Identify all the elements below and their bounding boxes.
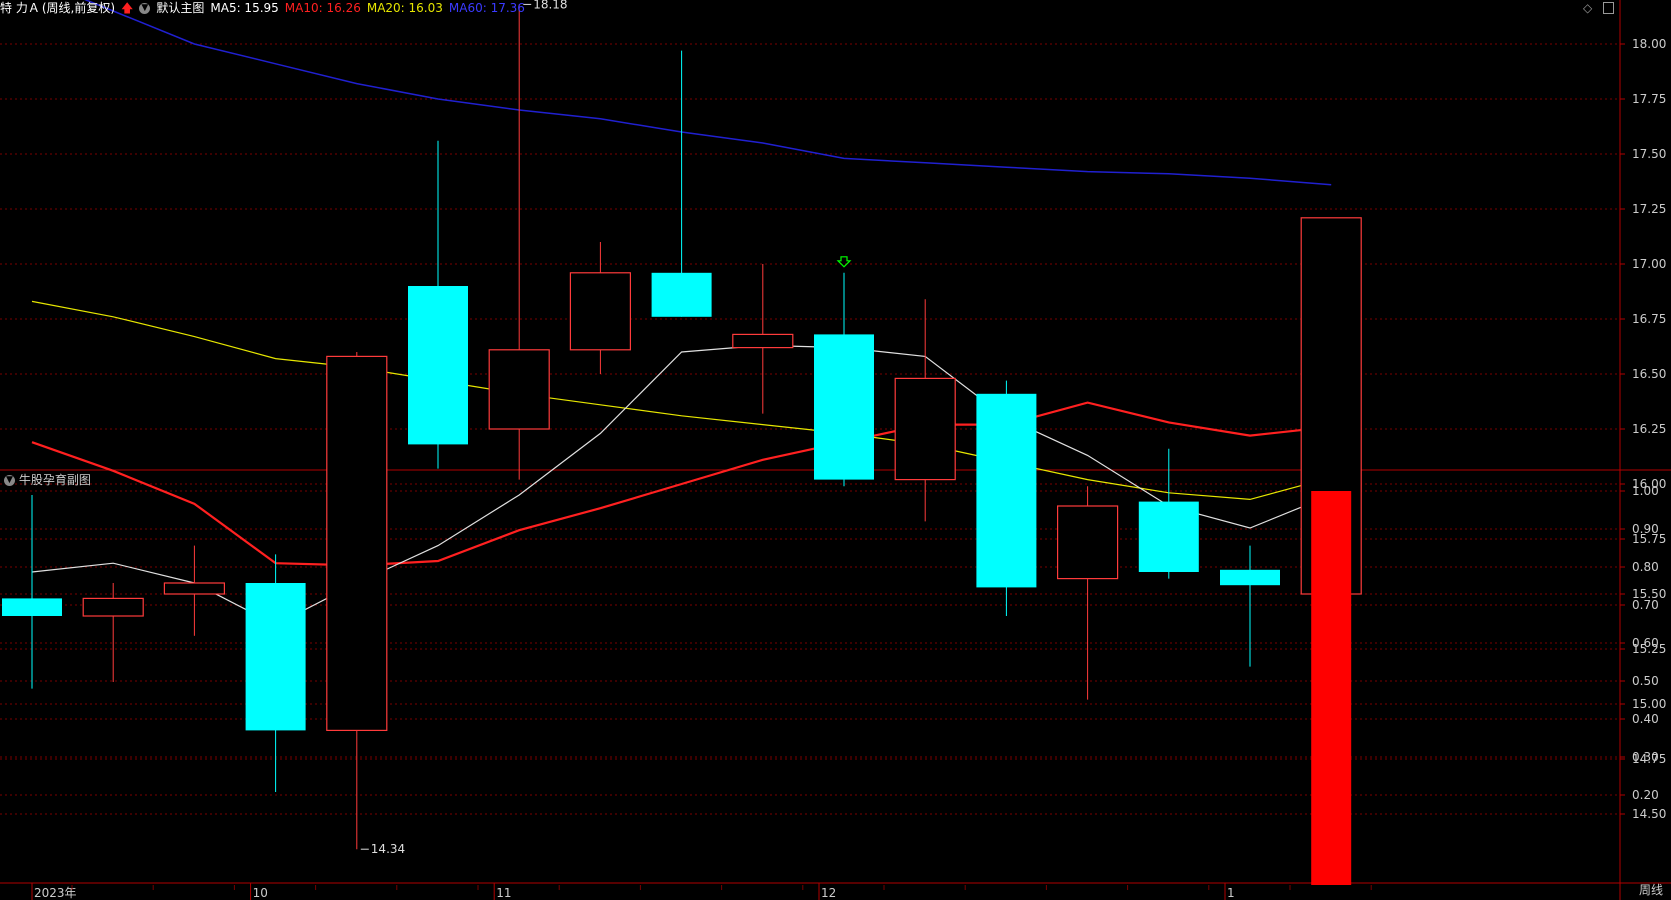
candle-body: [2, 598, 62, 616]
ma20-label: MA20: 16.03: [366, 1, 443, 15]
candle-body: [976, 393, 1037, 588]
candle: [814, 272, 874, 487]
period-label[interactable]: 周线: [1639, 881, 1663, 898]
sub-panel-title: 牛股孕育副图: [18, 473, 91, 487]
x-tick-label: 12: [821, 886, 836, 900]
y-tick-label: 17.75: [1632, 92, 1666, 106]
y-tick-label: 14.50: [1632, 807, 1666, 821]
x-tick-label: 2023年: [34, 886, 77, 900]
candle: [732, 264, 794, 414]
candle: [408, 140, 468, 469]
candle-body: [569, 272, 632, 351]
candle: [326, 352, 388, 850]
y-tick-label: 17.25: [1632, 202, 1666, 216]
y-tick-label: 18.00: [1632, 37, 1666, 51]
candle: [1056, 486, 1119, 700]
candle-body: [488, 349, 550, 430]
candle: [163, 545, 225, 636]
mode-label[interactable]: (周线,前复权): [42, 1, 115, 15]
y-tick-label: 16.25: [1632, 422, 1666, 436]
candle-body: [651, 272, 712, 317]
ma5-label: MA5: 15.95: [210, 1, 279, 15]
candle: [569, 242, 632, 374]
y-tick-label: 0.90: [1632, 522, 1659, 536]
candle-body: [732, 333, 794, 349]
candle-body: [326, 355, 388, 731]
chart-header: 特 力Ａ (周线,前复权) 🡅 ▼ 默认主图 MA5: 15.95 MA10: 16.26 M…: [0, 0, 1620, 16]
x-tick-label: 1: [1227, 886, 1235, 900]
candle: [651, 50, 712, 317]
signal-bar: [1311, 491, 1352, 885]
y-tick-label: 17.00: [1632, 257, 1666, 271]
sub-panel-title-row: ▼ 牛股孕育副图: [4, 472, 91, 488]
y-tick-label: 0.80: [1632, 560, 1659, 574]
y-tick-label: 0.70: [1632, 598, 1659, 612]
candle-body: [1138, 501, 1199, 572]
candle: [1138, 448, 1199, 579]
window-icon[interactable]: [1603, 2, 1614, 14]
y-tick-label: 0.50: [1632, 674, 1659, 688]
down-arrow-icon: [836, 256, 852, 268]
chevron-down-icon[interactable]: ▼: [139, 3, 151, 14]
candle: [488, 4, 550, 480]
stock-name[interactable]: 特 力Ａ: [0, 1, 40, 15]
x-tick-label: 10: [253, 886, 268, 900]
candle: [894, 299, 956, 522]
candle-body: [814, 334, 874, 480]
diamond-icon[interactable]: ◇: [1583, 2, 1595, 14]
candle: [976, 380, 1037, 616]
y-tick-label: 1.00: [1632, 484, 1659, 498]
chevron-down-icon[interactable]: ▼: [4, 475, 15, 486]
y-tick-label: 0.20: [1632, 788, 1659, 802]
candle-body: [408, 286, 468, 445]
x-tick-label: 11: [496, 886, 511, 900]
candle-body: [245, 583, 306, 731]
ma60-label: MA60: 17.36: [448, 1, 525, 15]
up-arrow-icon: 🡅: [121, 1, 134, 15]
candle: [245, 554, 306, 792]
candle-body: [1056, 505, 1119, 580]
candle-body: [1220, 569, 1280, 586]
y-tick-label: 16.75: [1632, 312, 1666, 326]
candle: [82, 583, 144, 682]
y-tick-label: 0.60: [1632, 636, 1659, 650]
candle-body: [163, 582, 225, 595]
y-tick-label: 0.40: [1632, 712, 1659, 726]
chart-canvas: 18.00 17.75 17.50 17.25 17.00 16.75 16.50 16.25…: [0, 0, 1671, 900]
annotation-label: 14.34: [371, 842, 405, 856]
candle: [2, 495, 62, 689]
ma10-label: MA10: 16.26: [284, 1, 361, 15]
y-tick-label: 16.50: [1632, 367, 1666, 381]
candle: [1220, 545, 1280, 667]
candle-body: [82, 597, 144, 617]
y-tick-label: 17.50: [1632, 147, 1666, 161]
y-tick-label: 15.00: [1632, 697, 1666, 711]
candle-body: [894, 377, 956, 481]
y-tick-label: 0.30: [1632, 750, 1659, 764]
main-chart-label[interactable]: 默认主图: [156, 1, 204, 15]
